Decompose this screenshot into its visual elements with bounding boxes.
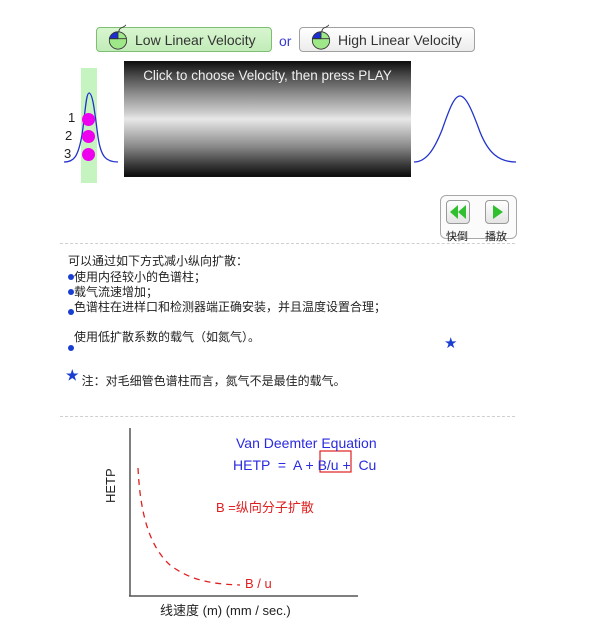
divider-bottom (60, 416, 515, 417)
play-label: 播放 (485, 231, 507, 243)
star-icon: ★ (66, 368, 79, 384)
bullet-icon (68, 345, 74, 351)
intro-text: 可以通过如下方式减小纵向扩散： (68, 254, 249, 268)
or-label: or (279, 33, 292, 49)
chromatography-column[interactable]: Click to choose Velocity, then press PLA… (124, 61, 411, 177)
note-marker-icon: ★ (444, 335, 458, 352)
peak-number-2: 2 (65, 128, 73, 143)
play-icon (493, 205, 503, 219)
y-axis-label: HETP (103, 468, 118, 503)
rewind-label: 快倒 (446, 231, 468, 243)
divider-top (60, 243, 515, 244)
mouse-icon (311, 24, 331, 50)
b-definition: B =纵向分子扩散 (216, 500, 314, 515)
curve-label: B / u (245, 576, 272, 591)
list-item: 色谱柱在进样口和检测器端正确安装，并且温度设置合理； (68, 298, 386, 315)
output-peak-curve (413, 95, 517, 163)
x-axis-label: 线速度 (m) (mm / sec.) (160, 603, 291, 618)
low-velocity-button[interactable]: Low Linear Velocity (96, 24, 272, 52)
mouse-icon (108, 24, 128, 50)
equation-highlight: B/u (317, 457, 339, 473)
playback-controls: 快倒 播放 (440, 195, 517, 243)
list-item: 使用低扩散系数的载气（如氮气）。 (68, 328, 260, 351)
analyte-dot-3 (82, 148, 95, 161)
analyte-dot-1 (82, 113, 95, 126)
analyte-dot-2 (82, 130, 95, 143)
high-velocity-button[interactable]: High Linear Velocity (299, 24, 475, 52)
footnote: ★ 注：对毛细管色谱柱而言，氮气不是最佳的载气。 (66, 368, 346, 388)
peak-number-3: 3 (64, 146, 72, 161)
column-instruction: Click to choose Velocity, then press PLA… (143, 68, 392, 83)
high-velocity-label: High Linear Velocity (338, 31, 462, 48)
low-velocity-label: Low Linear Velocity (135, 31, 256, 48)
equation: HETP = A + B/u + Cu (233, 457, 377, 473)
peak-number-1: 1 (68, 110, 76, 125)
play-button[interactable] (485, 200, 509, 224)
rewind-button[interactable] (446, 200, 470, 224)
b-over-u-curve (137, 467, 241, 586)
equation-title: Van Deemter Equation (236, 435, 377, 451)
rewind-icon (450, 205, 466, 219)
